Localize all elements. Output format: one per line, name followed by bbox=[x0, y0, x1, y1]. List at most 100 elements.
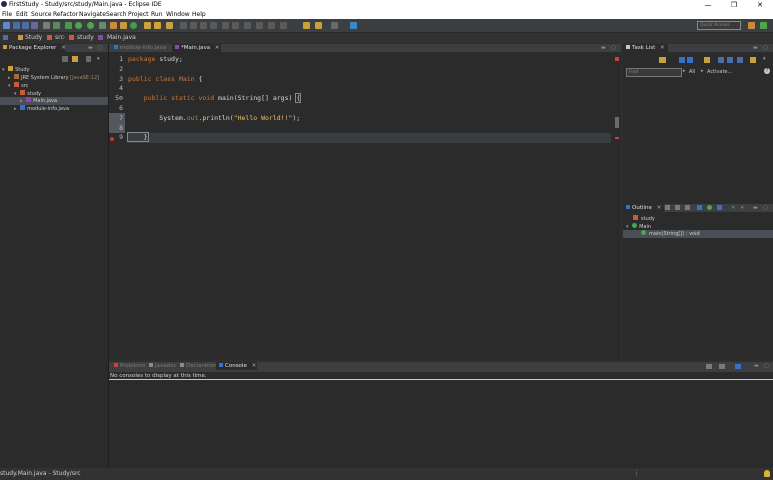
minimize-icon[interactable]: ▬ bbox=[753, 205, 758, 211]
close-icon[interactable]: ✕ bbox=[215, 45, 220, 51]
twisty-icon[interactable]: ▸ bbox=[14, 106, 17, 112]
tree-item-study-project[interactable]: ▾ Study bbox=[2, 66, 30, 73]
view-menu-icon[interactable]: ▾ bbox=[741, 205, 744, 211]
tab-console[interactable]: Console ✕ bbox=[216, 362, 257, 370]
categorized-icon[interactable] bbox=[679, 57, 685, 63]
new-task-icon[interactable] bbox=[659, 57, 666, 63]
close-icon[interactable]: ✕ bbox=[61, 45, 66, 51]
skip-breakpoints-icon[interactable] bbox=[53, 22, 60, 29]
outline-item-main-class[interactable]: ▾ Main bbox=[626, 223, 651, 230]
close-icon[interactable]: ✕ bbox=[657, 205, 662, 211]
sort-icon[interactable] bbox=[675, 205, 680, 210]
minimize-icon[interactable]: ▬ bbox=[601, 45, 606, 51]
maximize-icon[interactable]: ▢ bbox=[98, 45, 103, 51]
print-icon[interactable] bbox=[31, 22, 38, 29]
quick-access-input[interactable]: Quick Access bbox=[697, 21, 741, 30]
run-icon[interactable] bbox=[75, 22, 82, 29]
menu-edit[interactable]: Edit bbox=[16, 11, 28, 18]
activate-link[interactable]: Activate... bbox=[707, 69, 732, 75]
minimize-button[interactable]: — bbox=[695, 0, 721, 10]
hide-completed-icon[interactable] bbox=[718, 57, 724, 63]
coverage-icon[interactable] bbox=[87, 22, 94, 29]
menu-file[interactable]: File bbox=[2, 11, 12, 18]
view-menu-icon[interactable]: ▾ bbox=[97, 56, 100, 62]
tab-module-info-java[interactable]: module-info.java bbox=[111, 44, 172, 52]
open-console-icon[interactable] bbox=[735, 364, 741, 369]
minimize-icon[interactable]: ▬ bbox=[753, 45, 758, 51]
tree-item-module-info[interactable]: ▸ module-info.java bbox=[14, 105, 69, 112]
link-with-editor-icon[interactable] bbox=[72, 56, 78, 62]
focus-icon[interactable]: ✕ bbox=[731, 205, 735, 211]
collapse-all-icon[interactable] bbox=[665, 205, 670, 210]
lightbulb-icon[interactable] bbox=[764, 470, 770, 477]
tab-outline[interactable]: Outline ✕ bbox=[623, 204, 664, 212]
menu-source[interactable]: Source bbox=[31, 11, 52, 18]
editor-scrollbar-thumb[interactable] bbox=[615, 117, 619, 128]
show-whitespace-icon[interactable] bbox=[200, 22, 207, 29]
code-line[interactable]: public class Main { bbox=[128, 75, 202, 83]
help-icon[interactable]: ? bbox=[764, 68, 770, 74]
tab-task-list[interactable]: Task List ✕ bbox=[623, 44, 668, 52]
tree-item-study-package[interactable]: ▾ study bbox=[14, 90, 41, 97]
display-console-icon[interactable] bbox=[719, 364, 725, 369]
tab-problems[interactable]: Problems bbox=[111, 362, 148, 370]
scheduled-icon[interactable] bbox=[687, 57, 693, 63]
play-icon[interactable]: ▸ bbox=[683, 68, 686, 74]
hide-static-icon[interactable] bbox=[697, 205, 702, 210]
java-ee-perspective-icon[interactable] bbox=[748, 22, 755, 29]
maximize-icon[interactable]: ▢ bbox=[611, 45, 616, 51]
code-line[interactable]: package study; bbox=[128, 55, 183, 63]
menu-refactor[interactable]: Refactor bbox=[53, 11, 78, 18]
maximize-button[interactable]: ❐ bbox=[721, 0, 747, 10]
new-package-icon[interactable] bbox=[120, 22, 127, 29]
twisty-icon[interactable]: ▾ bbox=[2, 67, 5, 73]
open-task-icon[interactable] bbox=[154, 22, 161, 29]
menu-project[interactable]: Project bbox=[128, 11, 149, 18]
java-perspective-icon[interactable] bbox=[760, 22, 767, 29]
maximize-icon[interactable]: ▢ bbox=[763, 205, 768, 211]
link-icon[interactable] bbox=[268, 22, 275, 29]
save-all-icon[interactable] bbox=[22, 22, 29, 29]
all-filter-link[interactable]: All bbox=[689, 69, 695, 75]
external-tools-icon[interactable] bbox=[99, 22, 106, 29]
minimize-icon[interactable]: ▬ bbox=[754, 363, 759, 369]
focus-icon[interactable] bbox=[86, 56, 91, 62]
breadcrumb-nav-icon[interactable] bbox=[3, 35, 8, 40]
breadcrumb-item-main-java[interactable]: Main.java bbox=[107, 34, 136, 41]
close-icon[interactable]: ✕ bbox=[252, 363, 257, 369]
menu-help[interactable]: Help bbox=[192, 11, 206, 18]
search-icon[interactable] bbox=[166, 22, 173, 29]
close-icon[interactable]: ✕ bbox=[660, 45, 665, 51]
toggle-block-selection-icon[interactable] bbox=[190, 22, 197, 29]
toggle-mark-occurrences-icon[interactable] bbox=[180, 22, 187, 29]
tab-javadoc[interactable]: Javadoc bbox=[146, 362, 179, 370]
history-icon[interactable] bbox=[256, 22, 263, 29]
tree-item-jre-library[interactable]: ▸ JRE System Library [JavaSE-12] bbox=[8, 74, 99, 81]
close-button[interactable]: ✕ bbox=[747, 0, 773, 10]
overview-error-marker[interactable] bbox=[615, 137, 619, 139]
minimize-icon[interactable]: ▬ bbox=[88, 45, 93, 51]
sync-icon[interactable] bbox=[737, 57, 743, 63]
twisty-icon[interactable]: ▸ bbox=[20, 98, 23, 104]
overview-error-icon[interactable] bbox=[615, 57, 619, 61]
open-type-icon[interactable] bbox=[144, 22, 151, 29]
tree-item-src[interactable]: ▾ src bbox=[8, 82, 28, 89]
code-line[interactable]: System.out.println("Hello World!!"); bbox=[128, 114, 300, 122]
filter-icon[interactable] bbox=[280, 22, 287, 29]
focus-workweek-icon[interactable] bbox=[704, 57, 710, 63]
new-class-icon[interactable] bbox=[130, 22, 137, 29]
repository-icon[interactable] bbox=[750, 57, 756, 63]
terminal-icon[interactable] bbox=[43, 22, 50, 29]
outline-item-main-method[interactable]: main(String[]) : void bbox=[623, 230, 773, 238]
back-arrow-icon[interactable] bbox=[303, 22, 310, 29]
java-editor[interactable]: module-info.java *Main.java ✕ ▬ ▢ 1 packa… bbox=[109, 44, 621, 360]
play-icon[interactable]: ▸ bbox=[701, 68, 704, 74]
collapse-all-icon[interactable] bbox=[727, 57, 733, 63]
save-icon[interactable] bbox=[13, 22, 20, 29]
menu-run[interactable]: Run bbox=[151, 11, 163, 18]
menu-navigate[interactable]: Navigate bbox=[79, 11, 106, 18]
perspective-icon[interactable] bbox=[350, 22, 357, 29]
menu-search[interactable]: Search bbox=[106, 11, 127, 18]
maximize-icon[interactable]: ▢ bbox=[763, 45, 768, 51]
code-line[interactable]: } bbox=[127, 132, 149, 143]
